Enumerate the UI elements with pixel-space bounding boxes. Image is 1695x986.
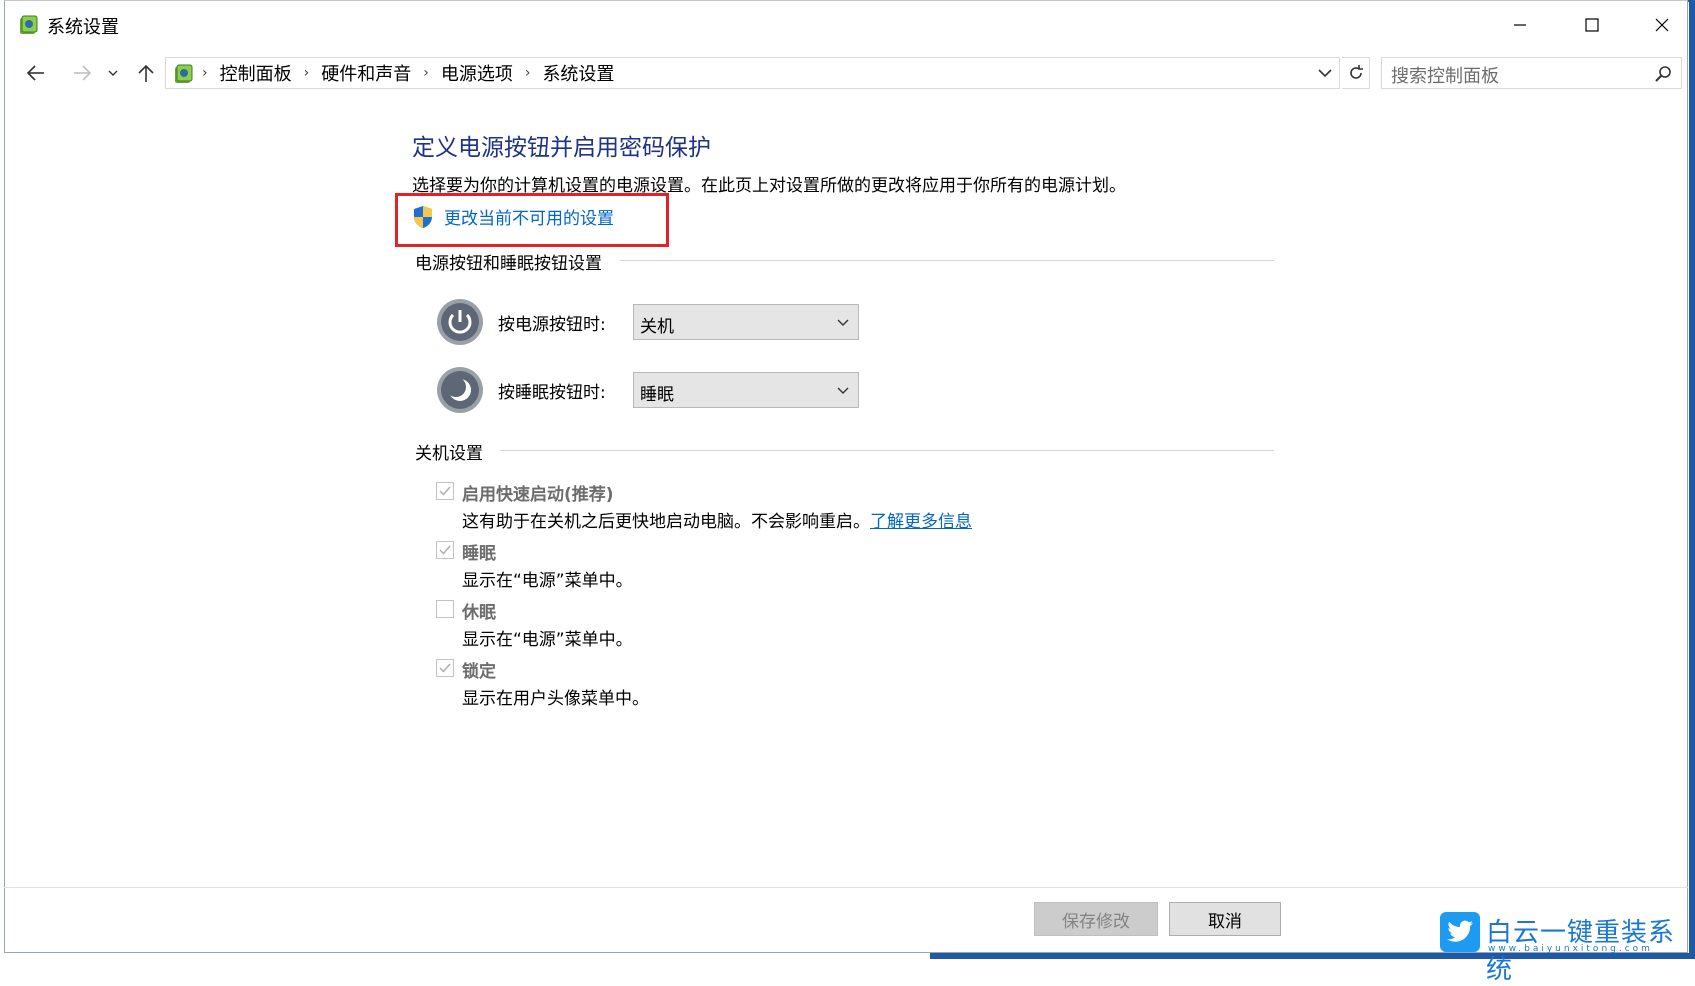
page-title: 定义电源按钮并启用密码保护 bbox=[412, 135, 711, 161]
navigation-bar: › 控制面板 › 硬件和声音 › 电源选项 › 系统设置 搜索控制面板 bbox=[5, 53, 1687, 93]
address-history-dropdown[interactable] bbox=[1314, 58, 1336, 88]
lock-checkbox[interactable] bbox=[436, 659, 454, 677]
breadcrumb-separator[interactable]: › bbox=[525, 65, 531, 81]
lock-option-description: 显示在用户头像菜单中。 bbox=[462, 689, 649, 709]
chevron-down-icon bbox=[837, 319, 849, 326]
forward-button[interactable] bbox=[67, 59, 97, 87]
cancel-button[interactable]: 取消 bbox=[1169, 902, 1281, 936]
sleep-icon bbox=[437, 367, 483, 413]
back-button[interactable] bbox=[21, 59, 51, 87]
footer-divider bbox=[4, 887, 1688, 888]
checkmark-icon bbox=[439, 545, 451, 555]
search-input[interactable]: 搜索控制面板 bbox=[1381, 57, 1682, 89]
twitter-bird-logo-icon bbox=[1440, 912, 1480, 952]
checkmark-icon bbox=[439, 486, 451, 496]
breadcrumb-system-settings[interactable]: 系统设置 bbox=[542, 60, 614, 86]
recent-locations-button[interactable] bbox=[105, 59, 121, 87]
sleep-option-description: 显示在“电源”菜单中。 bbox=[462, 571, 633, 591]
lock-option-label: 锁定 bbox=[462, 662, 496, 682]
change-unavailable-settings-link[interactable]: 更改当前不可用的设置 bbox=[412, 204, 614, 229]
sleep-button-value: 睡眠 bbox=[640, 385, 674, 405]
watermark-url: www.baiyunxitong.com bbox=[1488, 944, 1653, 954]
power-icon bbox=[437, 299, 483, 345]
hibernate-option-label: 休眠 bbox=[462, 603, 496, 623]
system-settings-window: 系统设置 › 控制面板 › 硬件和声音 › 电源选项 › 系统设置 搜索控制面板 bbox=[4, 0, 1688, 953]
chevron-down-icon bbox=[837, 387, 849, 394]
arrow-right-icon bbox=[74, 65, 92, 81]
power-button-label: 按电源按钮时: bbox=[498, 314, 606, 335]
maximize-icon bbox=[1585, 18, 1599, 32]
hibernate-checkbox[interactable] bbox=[436, 600, 454, 618]
control-panel-icon bbox=[20, 15, 38, 34]
uac-shield-icon bbox=[414, 205, 432, 228]
minimize-button[interactable] bbox=[1485, 1, 1555, 49]
chevron-down-icon bbox=[108, 70, 118, 76]
close-button[interactable] bbox=[1627, 1, 1695, 49]
fast-startup-label: 启用快速启动(推荐) bbox=[462, 485, 614, 505]
search-icon[interactable] bbox=[1655, 65, 1673, 83]
background-window-edge-right bbox=[1689, 0, 1695, 959]
breadcrumb: › 控制面板 › 硬件和声音 › 电源选项 › 系统设置 bbox=[200, 58, 614, 88]
minimize-icon bbox=[1514, 24, 1526, 26]
fast-startup-description: 这有助于在关机之后更快地启动电脑。不会影响重启。了解更多信息 bbox=[462, 507, 972, 532]
group-divider bbox=[620, 260, 1274, 261]
chevron-down-icon bbox=[1318, 69, 1332, 78]
arrow-left-icon bbox=[26, 65, 44, 81]
control-panel-icon bbox=[175, 64, 193, 83]
sleep-option-label: 睡眠 bbox=[462, 544, 496, 564]
address-bar[interactable]: › 控制面板 › 硬件和声音 › 电源选项 › 系统设置 bbox=[165, 57, 1340, 89]
arrow-up-icon bbox=[138, 64, 154, 82]
power-button-row: 按电源按钮时: 关机 bbox=[436, 298, 859, 346]
fast-startup-checkbox[interactable] bbox=[436, 482, 454, 500]
sleep-checkbox[interactable] bbox=[436, 541, 454, 559]
admin-link-label[interactable]: 更改当前不可用的设置 bbox=[444, 204, 614, 229]
fast-startup-desc-text: 这有助于在关机之后更快地启动电脑。不会影响重启。 bbox=[462, 512, 870, 532]
shutdown-group-title: 关机设置 bbox=[415, 439, 493, 464]
breadcrumb-control-panel[interactable]: 控制面板 bbox=[220, 60, 292, 86]
sleep-button-label: 按睡眠按钮时: bbox=[498, 382, 606, 403]
close-icon bbox=[1655, 18, 1669, 32]
save-changes-button[interactable]: 保存修改 bbox=[1034, 902, 1158, 936]
breadcrumb-hardware-sound[interactable]: 硬件和声音 bbox=[321, 60, 411, 86]
up-button[interactable] bbox=[131, 59, 161, 87]
breadcrumb-separator[interactable]: › bbox=[304, 65, 310, 81]
search-placeholder: 搜索控制面板 bbox=[1391, 66, 1499, 87]
title-bar[interactable]: 系统设置 bbox=[5, 1, 1687, 49]
hibernate-option-description: 显示在“电源”菜单中。 bbox=[462, 630, 633, 650]
refresh-icon bbox=[1349, 65, 1363, 79]
power-button-select[interactable]: 关机 bbox=[633, 304, 859, 340]
power-button-value: 关机 bbox=[640, 317, 674, 337]
watermark: 白云一键重装系统 www.baiyunxitong.com bbox=[1440, 912, 1690, 984]
learn-more-link[interactable]: 了解更多信息 bbox=[870, 512, 972, 532]
power-group-title: 电源按钮和睡眠按钮设置 bbox=[415, 249, 612, 274]
refresh-button[interactable] bbox=[1342, 57, 1370, 89]
group-divider bbox=[500, 450, 1274, 451]
breadcrumb-separator[interactable]: › bbox=[423, 65, 429, 81]
breadcrumb-power-options[interactable]: 电源选项 bbox=[441, 60, 513, 86]
sleep-button-select[interactable]: 睡眠 bbox=[633, 372, 859, 408]
window-title: 系统设置 bbox=[47, 17, 119, 38]
maximize-button[interactable] bbox=[1557, 1, 1627, 49]
breadcrumb-separator[interactable]: › bbox=[202, 65, 208, 81]
sleep-button-row: 按睡眠按钮时: 睡眠 bbox=[436, 366, 859, 414]
checkmark-icon bbox=[439, 663, 451, 673]
